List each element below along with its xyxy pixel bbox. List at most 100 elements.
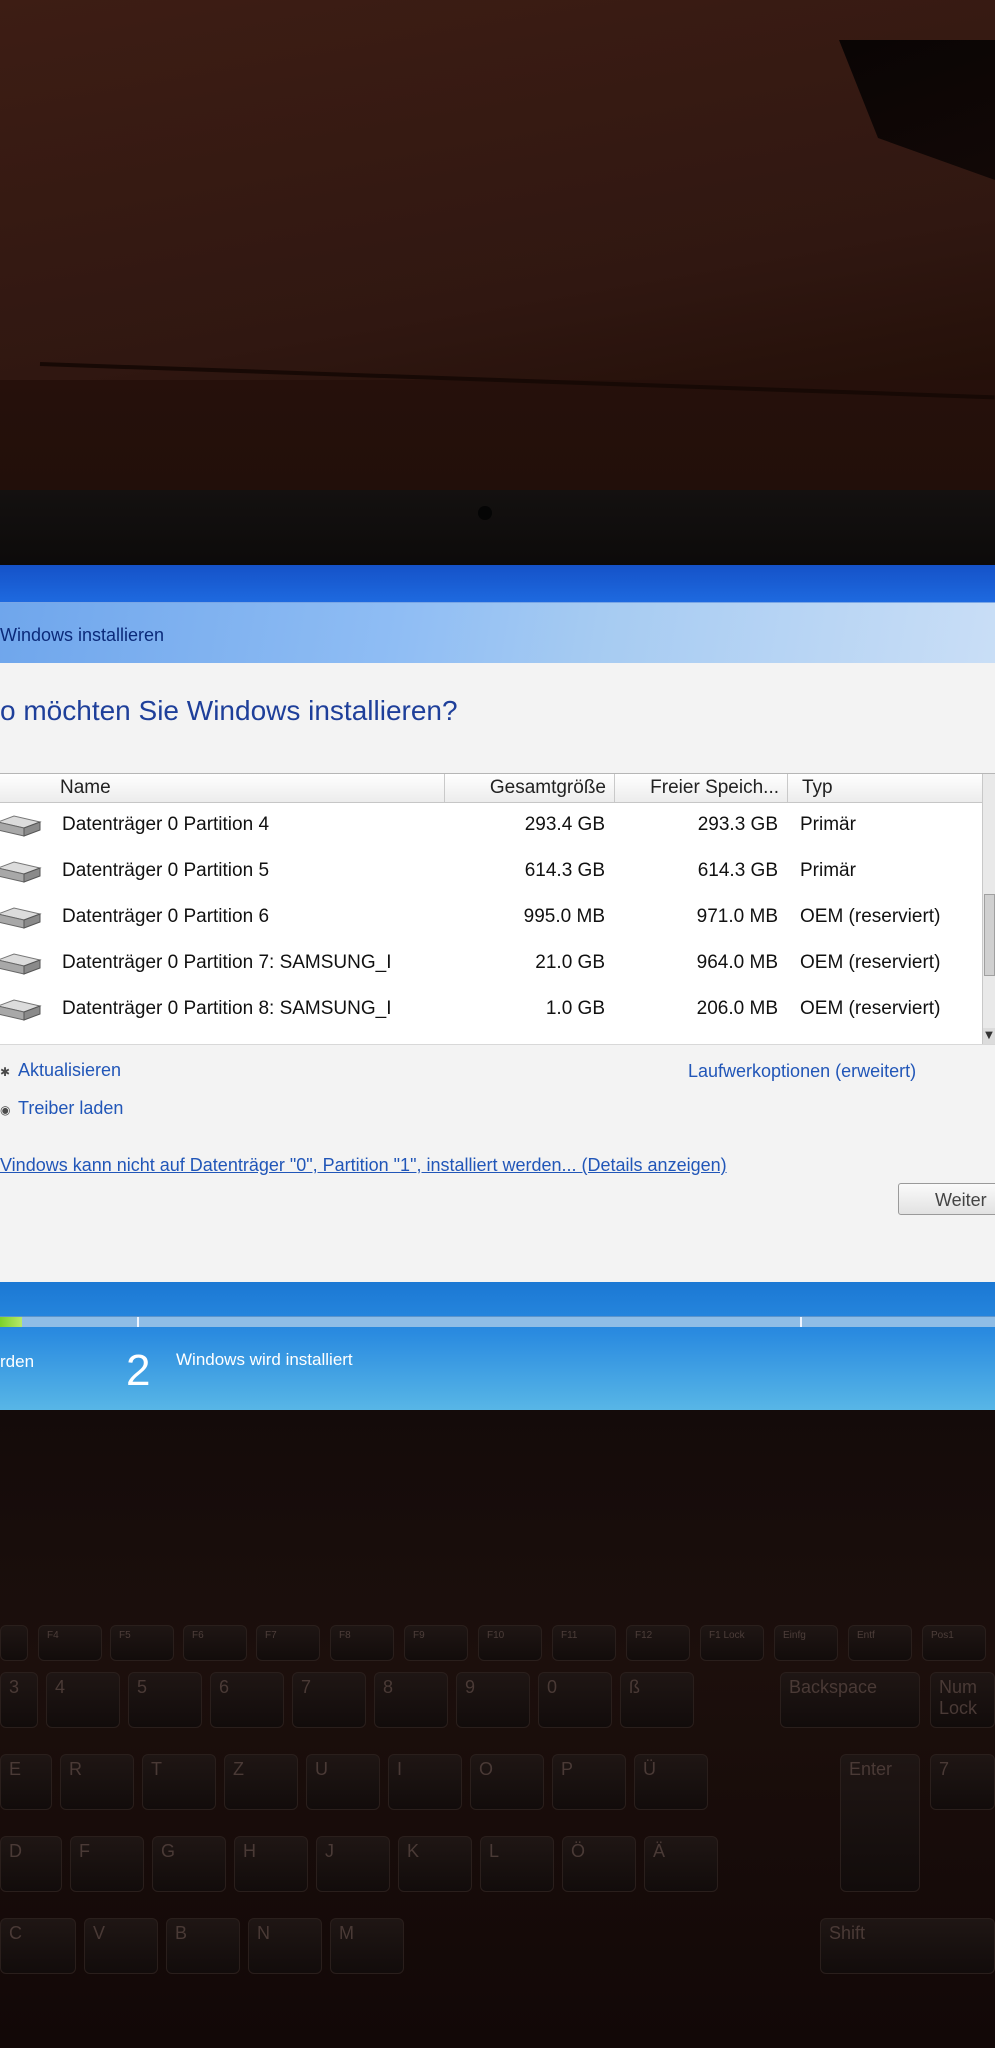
column-header-total-size[interactable]: Gesamtgröße [445, 774, 615, 802]
fkey-lock[interactable]: F1 Lock [700, 1625, 764, 1661]
hard-disk-icon [0, 999, 42, 1021]
fkey-f10[interactable]: F10 [478, 1625, 542, 1661]
key-shift-right[interactable]: Shift [820, 1918, 995, 1974]
key-z[interactable]: Z [224, 1754, 298, 1810]
install-warning-text: Vindows kann nicht auf Datenträger "0", … [0, 1155, 727, 1175]
fkey-partial[interactable] [0, 1625, 28, 1661]
key-ae[interactable]: Ä [644, 1836, 718, 1892]
partition-total-size: 293.4 GB [524, 814, 605, 835]
column-header-type[interactable]: Typ [788, 774, 985, 802]
partition-row-5[interactable]: Datenträger 0 Partition 5 614.3 GB 614.3… [0, 848, 985, 894]
key-home[interactable]: Pos1 [922, 1625, 986, 1661]
key-f[interactable]: F [70, 1836, 144, 1892]
key-u[interactable]: U [306, 1754, 380, 1810]
key-d[interactable]: D [0, 1836, 62, 1892]
key-o[interactable]: O [470, 1754, 544, 1810]
key-g[interactable]: G [152, 1836, 226, 1892]
key-9[interactable]: 9 [456, 1672, 530, 1728]
key-5[interactable]: 5 [128, 1672, 202, 1728]
partition-row-8[interactable]: Datenträger 0 Partition 8: SAMSUNG_I 1.0… [0, 986, 985, 1032]
partition-name: Datenträger 0 Partition 4 [62, 814, 270, 835]
fkey-f5[interactable]: F5 [110, 1625, 174, 1661]
progress-separator [137, 1317, 139, 1327]
partition-type: Primär [800, 860, 856, 881]
key-8[interactable]: 8 [374, 1672, 448, 1728]
key-sz[interactable]: ß [620, 1672, 694, 1728]
key-t[interactable]: T [142, 1754, 216, 1810]
partition-table: Name Gesamtgröße Freier Speich... Typ Da… [0, 773, 995, 1045]
key-e[interactable]: E [0, 1754, 52, 1810]
hard-disk-icon [0, 907, 42, 929]
key-insert[interactable]: Einfg [774, 1625, 838, 1661]
hard-disk-icon [0, 861, 42, 883]
table-header: Name Gesamtgröße Freier Speich... Typ [0, 774, 985, 803]
key-l[interactable]: L [480, 1836, 554, 1892]
key-ue[interactable]: Ü [634, 1754, 708, 1810]
key-b[interactable]: B [166, 1918, 240, 1974]
wall-panel [0, 0, 995, 380]
fkey-f4[interactable]: F4 [38, 1625, 102, 1661]
column-header-free-space[interactable]: Freier Speich... [615, 774, 788, 802]
fkey-f9[interactable]: F9 [404, 1625, 468, 1661]
driver-disc-icon: ◉ [0, 1103, 11, 1117]
load-driver-link[interactable]: ◉ Treiber laden [0, 1098, 123, 1119]
drive-options-label: Laufwerkoptionen (erweitert) [688, 1061, 917, 1081]
key-j[interactable]: J [316, 1836, 390, 1892]
partition-free-space: 971.0 MB [696, 906, 778, 927]
key-4[interactable]: 4 [46, 1672, 120, 1728]
key-n[interactable]: N [248, 1918, 322, 1974]
partition-row-6[interactable]: Datenträger 0 Partition 6 995.0 MB 971.0… [0, 894, 985, 940]
current-step-label: Windows wird installiert [176, 1350, 353, 1369]
key-oe[interactable]: Ö [562, 1836, 636, 1892]
key-7[interactable]: 7 [292, 1672, 366, 1728]
partition-name: Datenträger 0 Partition 5 [62, 860, 270, 881]
partition-free-space: 206.0 MB [696, 998, 778, 1019]
key-numpad-7[interactable]: 7 [930, 1754, 995, 1810]
scroll-down-arrow-icon[interactable]: ▼ [983, 1028, 995, 1044]
laptop-bezel [0, 490, 995, 570]
drive-options-link[interactable]: Laufwerkoptionen (erweitert) [688, 1061, 916, 1082]
column-header-name[interactable]: Name [0, 774, 445, 802]
fkey-f12[interactable]: F12 [626, 1625, 690, 1661]
fkey-f6[interactable]: F6 [183, 1625, 247, 1661]
page-heading: o möchten Sie Windows installieren? [0, 695, 458, 726]
key-0[interactable]: 0 [538, 1672, 612, 1728]
fkey-f7[interactable]: F7 [256, 1625, 320, 1661]
install-warning-link[interactable]: Vindows kann nicht auf Datenträger "0", … [0, 1155, 727, 1176]
table-scrollbar[interactable]: ▼ [982, 774, 995, 1044]
key-k[interactable]: K [398, 1836, 472, 1892]
key-i[interactable]: I [388, 1754, 462, 1810]
load-driver-label: Treiber laden [18, 1098, 124, 1118]
title-bar: Windows installieren [0, 603, 995, 664]
key-h[interactable]: H [234, 1836, 308, 1892]
partition-type: Primär [800, 814, 856, 835]
key-r[interactable]: R [60, 1754, 134, 1810]
key-v[interactable]: V [84, 1918, 158, 1974]
setup-window: Windows installieren o möchten Sie Windo… [0, 602, 995, 1283]
partition-total-size: 614.3 GB [524, 860, 605, 881]
partition-type: OEM (reserviert) [800, 998, 941, 1019]
next-button[interactable]: Weiter [898, 1183, 995, 1215]
key-m[interactable]: M [330, 1918, 404, 1974]
fkey-f11[interactable]: F11 [552, 1625, 616, 1661]
refresh-label: Aktualisieren [18, 1060, 122, 1080]
key-c[interactable]: C [0, 1918, 76, 1974]
key-delete[interactable]: Entf [848, 1625, 912, 1661]
fkey-f8[interactable]: F8 [330, 1625, 394, 1661]
key-enter[interactable]: Enter [840, 1754, 920, 1892]
partition-row-7[interactable]: Datenträger 0 Partition 7: SAMSUNG_I 21.… [0, 940, 985, 986]
partition-row-4[interactable]: Datenträger 0 Partition 4 293.4 GB 293.3… [0, 802, 985, 848]
screen: Windows installieren o möchten Sie Windo… [0, 565, 995, 1410]
step-number: 2 [126, 1346, 151, 1395]
progress-fill [0, 1317, 22, 1327]
key-6[interactable]: 6 [210, 1672, 284, 1728]
partition-free-space: 964.0 MB [696, 952, 778, 973]
refresh-link[interactable]: ✱ Aktualisieren [0, 1060, 121, 1081]
key-num-lock[interactable]: Num Lock [930, 1672, 995, 1728]
scrollbar-thumb[interactable] [984, 894, 995, 976]
key-p[interactable]: P [552, 1754, 626, 1810]
window-content: o möchten Sie Windows installieren? Name… [0, 663, 995, 1283]
key-backspace[interactable]: Backspace [780, 1672, 920, 1728]
hard-disk-icon [0, 953, 42, 975]
key-3[interactable]: 3 [0, 1672, 38, 1728]
